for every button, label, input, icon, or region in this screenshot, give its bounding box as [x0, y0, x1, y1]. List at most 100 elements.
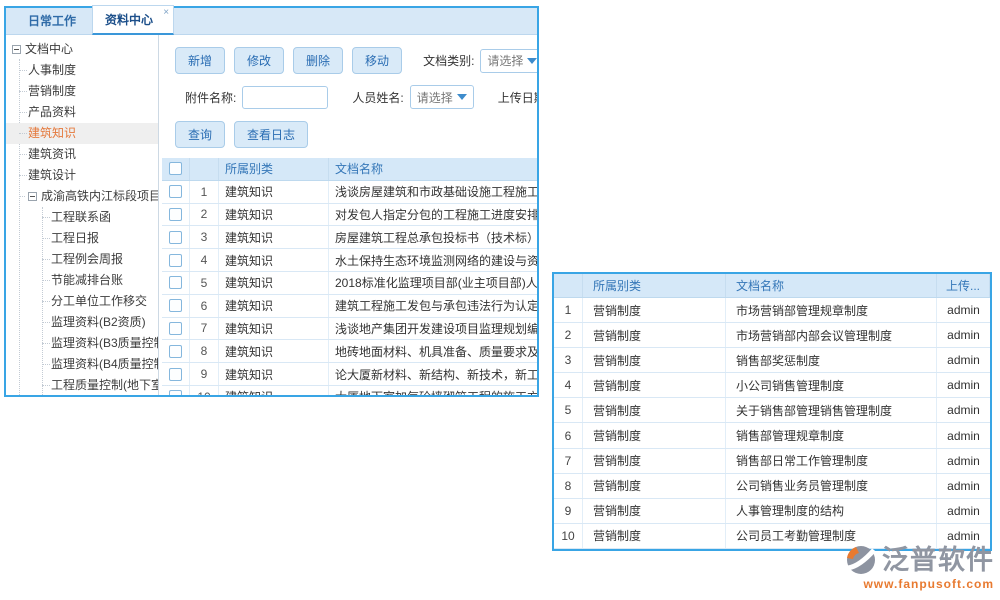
table-row[interactable]: 4建筑知识水土保持生态环境监测网络的建设与资...: [162, 249, 537, 272]
cell-doc-name[interactable]: 人事管理制度的结构: [726, 499, 937, 523]
tree-item[interactable]: 工程质量控制(地下室): [6, 375, 158, 395]
cell-doc-name[interactable]: 大厦地下室加气砼墙砌筑工程的施工方...: [329, 386, 537, 395]
table-row[interactable]: 6建筑知识建筑工程施工发包与承包违法行为认定...: [162, 295, 537, 318]
tree-item[interactable]: 监理资料(B4质量控制): [6, 354, 158, 375]
row-checkbox[interactable]: [169, 276, 182, 289]
cell-doc-name[interactable]: 市场营销部内部会议管理制度: [726, 323, 937, 347]
cell-doc-name[interactable]: 关于销售部管理销售管理制度: [726, 398, 937, 422]
row-checkbox[interactable]: [169, 299, 182, 312]
table-row[interactable]: 9建筑知识论大厦新材料、新结构、新技术，新工...: [162, 363, 537, 386]
tree-item[interactable]: 分工单位工作移交: [6, 291, 158, 312]
cell-doc-name[interactable]: 2018标准化监理项目部(业主项目部)人员...: [329, 272, 537, 294]
delete-button[interactable]: 删除: [293, 47, 343, 74]
tree-item[interactable]: 监理资料(B3质量控制): [6, 333, 158, 354]
edit-button[interactable]: 修改: [234, 47, 284, 74]
tree-node-project[interactable]: 成渝高铁内江标段项目: [6, 186, 158, 207]
tree-item-label: 营销制度: [28, 84, 76, 98]
row-number: 6: [190, 295, 219, 317]
row-checkbox[interactable]: [169, 254, 182, 267]
upload-date-label: 上传日期: [498, 89, 537, 106]
tree-item[interactable]: 产品资料: [6, 102, 158, 123]
close-icon[interactable]: ×: [163, 7, 169, 18]
table-row[interactable]: 4营销制度小公司销售管理制度admin: [554, 373, 990, 398]
table-row[interactable]: 2建筑知识对发包人指定分包的工程施工进度安排...: [162, 204, 537, 227]
header-number-cell: [190, 158, 219, 180]
tree-item[interactable]: 建筑设计: [6, 165, 158, 186]
table-row[interactable]: 3建筑知识房屋建筑工程总承包投标书（技术标）...: [162, 226, 537, 249]
cell-doc-name[interactable]: 对发包人指定分包的工程施工进度安排...: [329, 204, 537, 226]
cell-category: 建筑知识: [219, 272, 329, 294]
row-number: 5: [554, 398, 583, 422]
row-number: 5: [190, 272, 219, 294]
attachment-name-input[interactable]: [242, 86, 328, 109]
cell-doc-name[interactable]: 小公司销售管理制度: [726, 373, 937, 397]
cell-doc-name[interactable]: 水土保持生态环境监测网络的建设与资...: [329, 249, 537, 271]
cell-doc-name[interactable]: 建筑工程施工发包与承包违法行为认定...: [329, 295, 537, 317]
table-row[interactable]: 7建筑知识浅谈地产集团开发建设项目监理规划编...: [162, 318, 537, 341]
tab-data-center[interactable]: 资料中心×: [92, 5, 174, 35]
row-number: 10: [190, 386, 219, 395]
header-uploader: 上传...: [937, 274, 990, 297]
cell-doc-name[interactable]: 地砖地面材料、机具准备、质量要求及...: [329, 340, 537, 362]
tree-item[interactable]: 工程日报: [6, 228, 158, 249]
row-checkbox[interactable]: [169, 368, 182, 381]
collapse-icon[interactable]: [12, 45, 21, 54]
cell-category: 营销制度: [583, 373, 726, 397]
table-row[interactable]: 7营销制度销售部日常工作管理制度admin: [554, 449, 990, 474]
row-number: 8: [190, 340, 219, 362]
view-log-button[interactable]: 查看日志: [234, 121, 308, 148]
tree-item[interactable]: 建筑资讯: [6, 144, 158, 165]
add-button[interactable]: 新增: [175, 47, 225, 74]
cell-doc-name[interactable]: 销售部管理规章制度: [726, 423, 937, 447]
cell-doc-name[interactable]: 公司销售业务员管理制度: [726, 474, 937, 498]
row-checkbox[interactable]: [169, 345, 182, 358]
tab-daily-work[interactable]: 日常工作: [16, 7, 92, 34]
move-button[interactable]: 移动: [352, 47, 402, 74]
tree-item-label: 节能减排台账: [51, 273, 123, 287]
table-row[interactable]: 3营销制度销售部奖惩制度admin: [554, 348, 990, 373]
cell-doc-name[interactable]: 市场营销部管理规章制度: [726, 298, 937, 322]
chevron-down-icon: [457, 94, 467, 100]
table-row[interactable]: 1建筑知识浅谈房屋建筑和市政基础设施工程施工...: [162, 181, 537, 204]
tree-item[interactable]: 人事制度: [6, 60, 158, 81]
doc-category-select[interactable]: 请选择: [480, 49, 537, 73]
tree-item[interactable]: 监理资料(B2资质): [6, 312, 158, 333]
row-checkbox[interactable]: [169, 390, 182, 395]
tree-item[interactable]: 营销制度: [6, 81, 158, 102]
table-row[interactable]: 8营销制度公司销售业务员管理制度admin: [554, 474, 990, 499]
row-checkbox[interactable]: [169, 322, 182, 335]
table-row[interactable]: 1营销制度市场营销部管理规章制度admin: [554, 298, 990, 323]
cell-category: 营销制度: [583, 499, 726, 523]
person-select[interactable]: 请选择: [410, 85, 474, 109]
table-row[interactable]: 5营销制度关于销售部管理销售管理制度admin: [554, 398, 990, 423]
cell-uploader: admin: [937, 298, 990, 322]
cell-doc-name[interactable]: 销售部日常工作管理制度: [726, 449, 937, 473]
row-number: 4: [554, 373, 583, 397]
table-row[interactable]: 8建筑知识地砖地面材料、机具准备、质量要求及...: [162, 340, 537, 363]
tree-root-document-center[interactable]: 文档中心: [6, 39, 158, 60]
query-button[interactable]: 查询: [175, 121, 225, 148]
cell-doc-name[interactable]: 房屋建筑工程总承包投标书（技术标）...: [329, 226, 537, 248]
cell-doc-name[interactable]: 浅谈房屋建筑和市政基础设施工程施工...: [329, 181, 537, 203]
table-row[interactable]: 6营销制度销售部管理规章制度admin: [554, 423, 990, 448]
collapse-icon[interactable]: [28, 192, 37, 201]
tree-item[interactable]: 工程联系函: [6, 207, 158, 228]
row-number: 6: [554, 423, 583, 447]
row-checkbox[interactable]: [169, 231, 182, 244]
tree-item[interactable]: 节能减排台账: [6, 270, 158, 291]
table-row[interactable]: 9营销制度人事管理制度的结构admin: [554, 499, 990, 524]
table-row[interactable]: 10建筑知识大厦地下室加气砼墙砌筑工程的施工方...: [162, 386, 537, 395]
select-all-checkbox[interactable]: [169, 162, 182, 175]
table-row[interactable]: 5建筑知识2018标准化监理项目部(业主项目部)人员...: [162, 272, 537, 295]
tree-item-label: 工程联系函: [51, 210, 111, 224]
cell-doc-name[interactable]: 论大厦新材料、新结构、新技术，新工...: [329, 363, 537, 385]
tree-item[interactable]: 建筑知识: [6, 123, 158, 144]
tree-item[interactable]: 工程例会周报: [6, 249, 158, 270]
row-checkbox[interactable]: [169, 185, 182, 198]
cell-doc-name[interactable]: 浅谈地产集团开发建设项目监理规划编...: [329, 318, 537, 340]
row-checkbox[interactable]: [169, 208, 182, 221]
logo-url[interactable]: www.fanpusoft.com: [844, 578, 994, 590]
cell-doc-name[interactable]: 销售部奖惩制度: [726, 348, 937, 372]
table-row[interactable]: 2营销制度市场营销部内部会议管理制度admin: [554, 323, 990, 348]
tree-item-label: 监理资料(B2资质): [51, 315, 146, 329]
